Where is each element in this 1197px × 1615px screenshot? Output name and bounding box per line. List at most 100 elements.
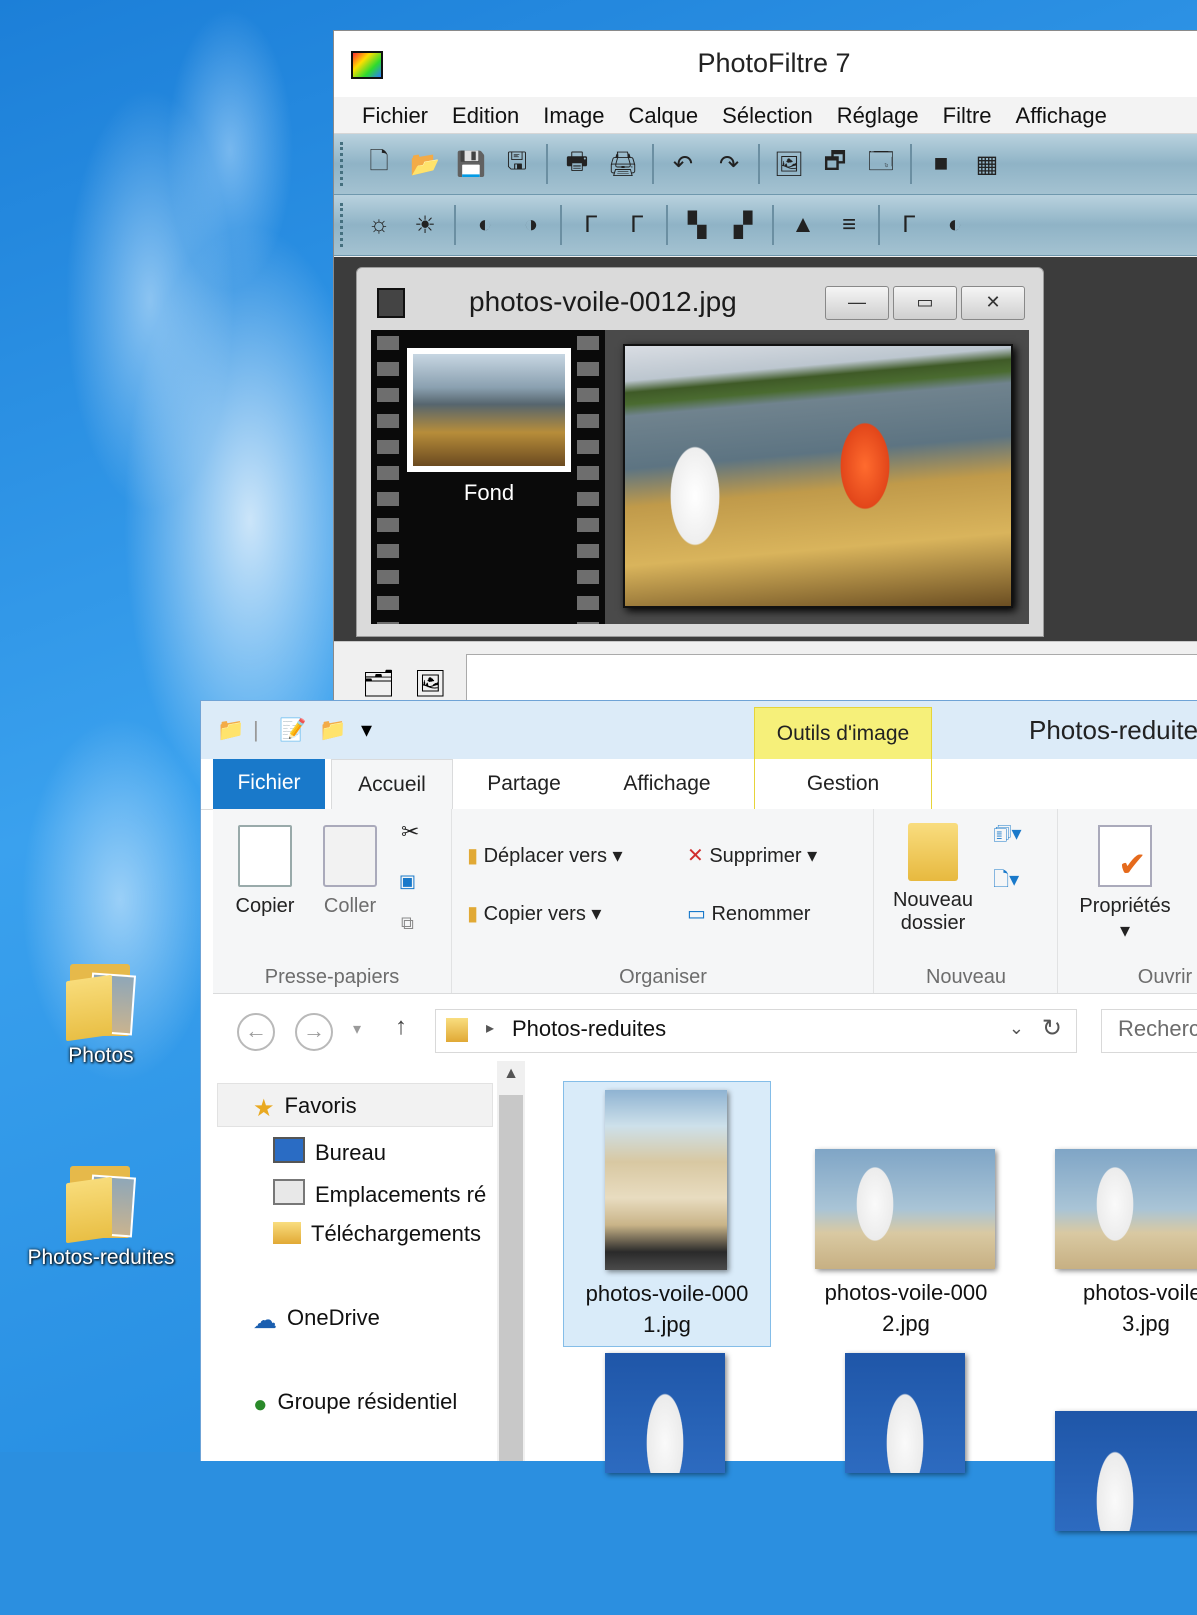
menu-edition[interactable]: Edition (440, 97, 531, 133)
palette-icon[interactable]: ▦ (972, 149, 1002, 179)
up-arrow-icon[interactable]: ↑ (395, 1013, 407, 1041)
nav-item-recent-places[interactable]: Emplacements ré (273, 1179, 486, 1208)
file-item[interactable]: photos-voile- 3.jpg (1043, 1081, 1197, 1345)
easy-access-icon[interactable]: 🗋▾ (993, 865, 1019, 899)
new-folder-icon (908, 823, 958, 881)
properties-label: Propriétés (1079, 895, 1171, 917)
open-file-icon[interactable]: 📂 (410, 149, 440, 179)
file-item[interactable]: photos-voile-000 2.jpg (803, 1081, 1009, 1345)
menu-image[interactable]: Image (531, 97, 616, 133)
auto-gamma-icon[interactable]: Γ (894, 210, 924, 240)
toolbar-grip[interactable] (340, 203, 347, 247)
new-folder-button[interactable]: Nouveau dossier (881, 823, 985, 935)
minimize-button[interactable]: — (825, 286, 889, 320)
breadcrumb-path[interactable]: Photos-reduites (512, 1016, 666, 1042)
file-item[interactable] (563, 1351, 769, 1615)
search-input[interactable]: Recherc (1101, 1009, 1197, 1053)
new-item-icon[interactable]: 🗊▾ (993, 819, 1022, 853)
recent-locations-icon[interactable]: ▾ (353, 1019, 361, 1039)
tab-gestion[interactable]: Gestion (754, 759, 932, 809)
delete-button[interactable]: ✕ Supprimer ▾ (687, 843, 817, 868)
breadcrumb-chevron-icon[interactable]: ▸ (486, 1018, 494, 1038)
layer-thumbnail[interactable] (407, 348, 571, 472)
print-icon[interactable]: 🖶 (562, 148, 592, 179)
copy-image-icon[interactable]: 🖼 (774, 149, 804, 179)
menu-fichier[interactable]: Fichier (350, 97, 440, 133)
move-to-button[interactable]: ▮ Déplacer vers ▾ (467, 843, 623, 868)
saturation-minus-icon[interactable]: ▚ (682, 210, 712, 240)
brightness-minus-icon[interactable]: ☼ (364, 210, 394, 240)
nav-item-favorites[interactable]: ★ Favoris (253, 1093, 357, 1122)
paste-image-icon[interactable]: 🗗 (820, 148, 850, 179)
paste-shortcut-icon[interactable]: ⧉ (401, 913, 414, 934)
nav-item-onedrive[interactable]: ☁ OneDrive (253, 1305, 380, 1334)
gamma-plus-icon[interactable]: Γ (622, 210, 652, 240)
recent-places-icon (273, 1179, 305, 1205)
copy-button[interactable]: Copier (227, 825, 303, 918)
contrast-minus-icon[interactable]: ◐ (470, 210, 500, 240)
maximize-button[interactable]: ▭ (893, 286, 957, 320)
file-item[interactable] (1043, 1351, 1197, 1615)
tab-partage[interactable]: Partage (469, 759, 579, 809)
menu-selection[interactable]: Sélection (710, 97, 825, 133)
undo-icon[interactable]: ↶ (668, 149, 698, 179)
levels-icon[interactable]: ≡ (834, 210, 864, 240)
image-browser-icon[interactable]: 🖼 (414, 668, 447, 699)
toolbar-separator (546, 144, 548, 184)
title-bar[interactable]: PhotoFiltre 7 (334, 31, 1197, 97)
desktop-icon-photos-reduites[interactable]: Photos-reduites (16, 1160, 186, 1270)
nav-label: Groupe résidentiel (277, 1389, 458, 1414)
toolbar-separator (910, 144, 912, 184)
tab-affichage[interactable]: Affichage (605, 759, 729, 809)
paste-new-image-icon[interactable]: 🗔 (866, 148, 896, 179)
scroll-up-icon[interactable]: ▲ (497, 1065, 525, 1083)
new-file-icon[interactable]: 🗋 (364, 148, 394, 179)
address-box[interactable]: ▸ Photos-reduites ⌄ ↻ (435, 1009, 1077, 1053)
menu-calque[interactable]: Calque (616, 97, 710, 133)
gamma-minus-icon[interactable]: Γ (576, 210, 606, 240)
copy-path-icon[interactable]: ▣ (399, 871, 416, 892)
grayscale-icon[interactable]: ■ (926, 149, 956, 179)
auto-contrast-icon[interactable]: ◐ (940, 210, 970, 240)
new-folder-icon[interactable]: 📁 (319, 717, 346, 743)
address-bar-row: ← → ▾ ↑ ▸ Photos-reduites ⌄ ↻ Recherc (213, 1001, 1197, 1061)
histogram-icon[interactable]: ▲ (788, 210, 818, 240)
saturation-plus-icon[interactable]: ▞ (728, 210, 758, 240)
canvas-image[interactable] (623, 344, 1013, 608)
scrollbar-thumb[interactable] (499, 1095, 523, 1461)
cut-icon[interactable]: ✂ (401, 819, 419, 845)
properties-button[interactable]: Propriétés ▾ (1067, 825, 1183, 943)
customize-qat-icon[interactable]: ▾ (361, 717, 372, 743)
close-button[interactable]: ✕ (961, 286, 1025, 320)
explorer-tree-icon[interactable]: 🗂 (362, 668, 395, 699)
refresh-icon[interactable]: ↻ (1042, 1014, 1062, 1043)
chevron-down-icon[interactable]: ⌄ (1009, 1018, 1024, 1039)
file-item[interactable]: photos-voile-000 1.jpg (563, 1081, 771, 1347)
rename-button[interactable]: ▭ Renommer (687, 901, 810, 926)
tab-accueil[interactable]: Accueil (331, 759, 453, 811)
forward-button[interactable]: → (295, 1013, 333, 1051)
save-as-icon[interactable]: 🖫 (502, 148, 532, 179)
new-group: Nouveau dossier 🗊▾ 🗋▾ Nouveau (875, 809, 1058, 993)
scan-icon[interactable]: 🖨 (608, 149, 638, 179)
properties-icon[interactable]: 📝 (279, 717, 306, 743)
menu-filtre[interactable]: Filtre (931, 97, 1004, 133)
nav-item-desktop[interactable]: Bureau (273, 1137, 386, 1166)
paste-button[interactable]: Coller (315, 825, 385, 918)
nav-item-downloads[interactable]: Téléchargements (273, 1221, 481, 1247)
contrast-plus-icon[interactable]: ◑ (516, 210, 546, 240)
menu-affichage[interactable]: Affichage (1004, 97, 1119, 133)
back-button[interactable]: ← (237, 1013, 275, 1051)
document-title-bar[interactable]: photos-voile-0012.jpg — ▭ ✕ (357, 268, 1043, 328)
tab-fichier[interactable]: Fichier (213, 759, 325, 809)
desktop-icon-photos[interactable]: Photos (16, 958, 186, 1068)
save-icon[interactable]: 💾 (456, 149, 486, 179)
menu-reglage[interactable]: Réglage (825, 97, 931, 133)
brightness-plus-icon[interactable]: ☀ (410, 210, 440, 240)
toolbar-grip[interactable] (340, 142, 347, 186)
nav-item-homegroup[interactable]: ● Groupe résidentiel (253, 1389, 458, 1418)
nav-scrollbar[interactable]: ▲ (497, 1061, 525, 1461)
file-item[interactable] (803, 1351, 1009, 1615)
redo-icon[interactable]: ↷ (714, 149, 744, 179)
copy-to-button[interactable]: ▮ Copier vers ▾ (467, 901, 601, 926)
